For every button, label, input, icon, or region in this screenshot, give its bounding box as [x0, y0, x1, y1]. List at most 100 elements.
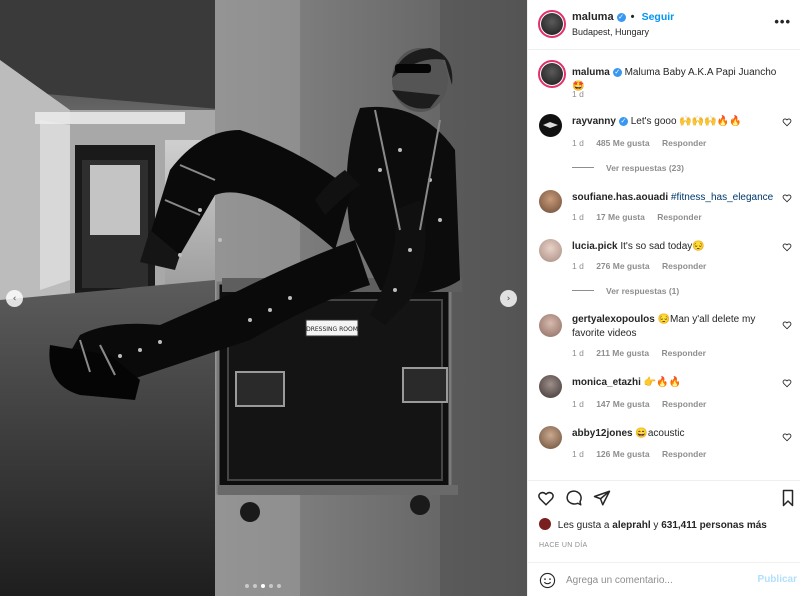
heart-icon[interactable]: [782, 193, 792, 203]
comment-input[interactable]: [566, 571, 746, 589]
liker-avatar[interactable]: [539, 518, 551, 530]
carousel-dot: [253, 584, 257, 588]
comment-text: lucia.pick It's so sad today😔: [572, 240, 777, 254]
reply-button[interactable]: Responder: [662, 449, 706, 459]
verified-badge-icon: ✓: [616, 13, 626, 22]
comment-text: rayvanny ✓ Let's gooo 🙌🙌🙌🔥🔥: [572, 115, 777, 129]
commenter-avatar[interactable]: [539, 314, 562, 337]
next-photo-button[interactable]: ›: [500, 290, 517, 307]
comment-time: 1 d: [572, 212, 584, 222]
heart-icon[interactable]: [782, 432, 792, 442]
verified-badge-icon: ✓: [618, 117, 628, 126]
instagram-post-view: DRESSING ROOM ‹ › maluma ✓ • Seguir Buda…: [0, 0, 800, 596]
carousel-dot: [245, 584, 249, 588]
chevron-right-icon: ›: [506, 293, 511, 304]
comment-text: soufiane.has.aouadi #fitness_has_eleganc…: [572, 191, 777, 205]
likes-connector: y: [653, 520, 659, 531]
post-detail-panel: maluma ✓ • Seguir Budapest, Hungary ••• m…: [527, 0, 800, 596]
comment-meta: 1 d 147 Me gusta Responder: [572, 399, 716, 409]
commenter-avatar[interactable]: [539, 375, 562, 398]
commenter-avatar[interactable]: [539, 426, 562, 449]
likes-count[interactable]: 631,411 personas más: [661, 520, 767, 531]
comment-composer: Publicar: [528, 562, 800, 596]
reply-button[interactable]: Responder: [657, 212, 701, 222]
comments-section: maluma ✓ Maluma Baby A.K.A Papi Juancho 🤩…: [528, 50, 800, 480]
comment-likes-count[interactable]: 211 Me gusta: [596, 348, 649, 358]
heart-icon[interactable]: [782, 320, 792, 330]
carousel-dot: [269, 584, 273, 588]
comment-time: 1 d: [572, 261, 584, 271]
carousel-dot: [261, 584, 265, 588]
commenter-username[interactable]: rayvanny: [572, 116, 616, 127]
comment-meta: 1 d 126 Me gusta Responder: [572, 449, 716, 459]
reply-button[interactable]: Responder: [662, 138, 706, 148]
comment-body: Let's gooo 🙌🙌🙌🔥🔥: [630, 116, 742, 127]
like-heart-icon[interactable]: [537, 489, 555, 507]
view-replies-button[interactable]: Ver respuestas (23): [572, 163, 684, 173]
previous-photo-button[interactable]: ‹: [6, 290, 23, 307]
comment-body: It's so sad today😔: [620, 241, 705, 252]
reply-button[interactable]: Responder: [662, 261, 706, 271]
comment-likes-count[interactable]: 276 Me gusta: [596, 261, 649, 271]
comment-body: 😄acoustic: [635, 428, 685, 439]
comment-text: gertyalexopoulos 😔Man y'all delete my fa…: [572, 313, 777, 341]
comment-body: 👉🔥🔥: [643, 377, 682, 388]
share-paper-plane-icon[interactable]: [593, 489, 611, 507]
post-location[interactable]: Budapest, Hungary: [572, 27, 649, 37]
caption-time: 1 d: [572, 89, 584, 99]
commenter-username[interactable]: lucia.pick: [572, 241, 618, 252]
follow-button[interactable]: Seguir: [642, 11, 675, 23]
commenter-avatar[interactable]: [539, 114, 562, 137]
save-bookmark-icon[interactable]: [779, 489, 797, 507]
publish-button[interactable]: Publicar: [758, 574, 797, 585]
commenter-username[interactable]: gertyalexopoulos: [572, 314, 655, 325]
separator-dot: •: [630, 11, 635, 23]
post-header: maluma ✓ • Seguir Budapest, Hungary •••: [528, 0, 800, 50]
comment-likes-count[interactable]: 126 Me gusta: [596, 449, 649, 459]
comment-likes-count[interactable]: 485 Me gusta: [596, 138, 649, 148]
post-time-ago[interactable]: HACE UN DÍA: [539, 542, 587, 549]
author-line: maluma ✓ • Seguir: [572, 11, 674, 23]
commenter-username[interactable]: abby12jones: [572, 428, 633, 439]
caption-avatar[interactable]: [538, 60, 566, 88]
comment-bubble-icon[interactable]: [565, 489, 583, 507]
carousel-indicator: [245, 584, 281, 588]
chevron-left-icon: ‹: [12, 293, 17, 304]
post-photo: DRESSING ROOM ‹ ›: [0, 0, 527, 596]
comment-text: monica_etazhi 👉🔥🔥: [572, 376, 777, 390]
reply-button[interactable]: Responder: [662, 399, 706, 409]
comment-time: 1 d: [572, 138, 584, 148]
heart-icon[interactable]: [782, 242, 792, 252]
caption-meta: 1 d: [572, 89, 594, 99]
dressing-room-sign: DRESSING ROOM: [306, 326, 358, 333]
author-username[interactable]: maluma: [572, 11, 614, 23]
comment-meta: 1 d 17 Me gusta Responder: [572, 212, 712, 222]
comment-text: abby12jones 😄acoustic: [572, 427, 777, 441]
comment-hashtag[interactable]: #fitness_has_elegance: [671, 192, 773, 203]
photo-illustration: DRESSING ROOM: [0, 0, 527, 596]
comment-time: 1 d: [572, 449, 584, 459]
heart-icon[interactable]: [782, 378, 792, 388]
caption-text: maluma ✓ Maluma Baby A.K.A Papi Juancho 🤩: [572, 66, 777, 94]
carousel-dot: [277, 584, 281, 588]
more-options-icon[interactable]: •••: [774, 14, 791, 29]
commenter-avatar[interactable]: [539, 190, 562, 213]
comment-likes-count[interactable]: 17 Me gusta: [596, 212, 645, 222]
emoji-smiley-icon[interactable]: [539, 572, 556, 589]
commenter-username[interactable]: monica_etazhi: [572, 377, 641, 388]
heart-icon[interactable]: [782, 117, 792, 127]
liker-username[interactable]: aleprahl: [612, 520, 650, 531]
reply-button[interactable]: Responder: [662, 348, 706, 358]
view-replies-button[interactable]: Ver respuestas (1): [572, 286, 679, 296]
comment-likes-count[interactable]: 147 Me gusta: [596, 399, 649, 409]
caption-username[interactable]: maluma: [572, 67, 610, 78]
comment-time: 1 d: [572, 348, 584, 358]
post-actions: [528, 480, 800, 508]
likes-summary: Les gusta a aleprahl y 631,411 personas …: [539, 518, 767, 531]
likes-prefix: Les gusta a: [557, 520, 610, 531]
comment-meta: 1 d 485 Me gusta Responder: [572, 138, 716, 148]
comment-meta: 1 d 211 Me gusta Responder: [572, 348, 716, 358]
commenter-avatar[interactable]: [539, 239, 562, 262]
author-avatar[interactable]: [538, 10, 566, 38]
commenter-username[interactable]: soufiane.has.aouadi: [572, 192, 668, 203]
